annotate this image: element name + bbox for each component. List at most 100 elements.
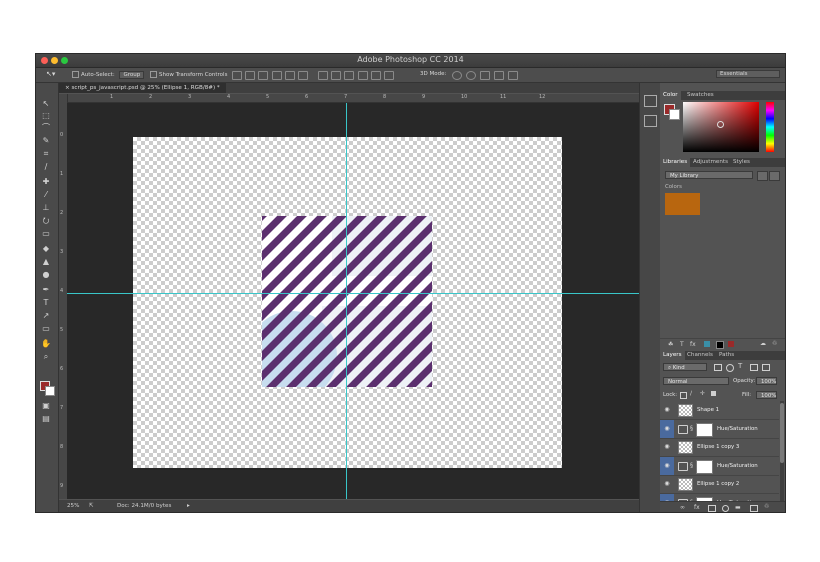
- visibility-eye-icon[interactable]: ◉: [660, 401, 674, 419]
- history-panel-icon[interactable]: [644, 95, 657, 107]
- align-top-icon[interactable]: [232, 71, 242, 80]
- visibility-eye-icon[interactable]: ◉: [660, 494, 674, 501]
- layer-mask-thumbnail[interactable]: [696, 422, 713, 437]
- graphic-icon[interactable]: ☘: [668, 341, 673, 348]
- library-select[interactable]: My Library: [665, 171, 753, 179]
- hue-slider[interactable]: [766, 102, 774, 152]
- workspace-dropdown[interactable]: Essentials: [716, 70, 780, 78]
- cloud-sync-icon[interactable]: ☁: [760, 340, 766, 347]
- brush-tool-icon[interactable]: ⁄: [39, 190, 53, 200]
- hand-tool-icon[interactable]: ✋: [39, 339, 53, 349]
- layer-row[interactable]: ◉ Ellipse 1 copy 2: [660, 475, 779, 495]
- delete-layer-icon[interactable]: ♲: [764, 503, 769, 510]
- eraser-tool-icon[interactable]: ▭: [39, 229, 53, 239]
- tab-styles[interactable]: Styles: [730, 158, 753, 167]
- layer-row[interactable]: ◉ Ellipse 1 copy 3: [660, 438, 779, 458]
- 3d-drag-icon[interactable]: [480, 71, 490, 80]
- status-arrow-icon[interactable]: ▸: [187, 500, 190, 512]
- tab-paths[interactable]: Paths: [716, 351, 737, 360]
- clone-stamp-tool-icon[interactable]: ⊥: [39, 203, 53, 213]
- move-tool-icon[interactable]: ↖: [39, 99, 53, 109]
- marquee-tool-icon[interactable]: ⬚: [39, 111, 53, 121]
- align-vcenter-icon[interactable]: [245, 71, 255, 80]
- filter-pixel-icon[interactable]: [714, 364, 722, 371]
- properties-panel-icon[interactable]: [644, 115, 657, 127]
- filter-shape-icon[interactable]: [750, 364, 758, 371]
- tab-color[interactable]: Color: [660, 91, 681, 100]
- 3d-scale-icon[interactable]: [508, 71, 518, 80]
- layer-row[interactable]: ◉§Hue/Saturation: [660, 494, 779, 501]
- zoom-level[interactable]: 25%: [67, 500, 79, 512]
- document-tab[interactable]: × script_ps_javascript.psd @ 25% (Ellips…: [59, 83, 226, 93]
- new-group-icon[interactable]: ▬: [735, 504, 741, 511]
- auto-select-checkbox[interactable]: [72, 71, 79, 78]
- zoom-tool-icon[interactable]: ⌕: [39, 352, 53, 362]
- tab-swatches[interactable]: Swatches: [684, 91, 717, 100]
- mask-link-icon[interactable]: §: [690, 425, 693, 432]
- lock-all-icon[interactable]: [711, 391, 716, 396]
- align-right-icon[interactable]: [298, 71, 308, 80]
- healing-brush-tool-icon[interactable]: ✚: [39, 177, 53, 187]
- new-layer-icon[interactable]: [750, 505, 758, 512]
- layer-style-icon[interactable]: fx: [690, 341, 696, 348]
- layer-thumbnail[interactable]: [678, 404, 693, 417]
- 3d-roll-icon[interactable]: [466, 71, 476, 80]
- distribute-hcenter-icon[interactable]: [371, 71, 381, 80]
- quick-mask-icon[interactable]: ▣: [39, 401, 53, 411]
- add-color-teal-icon[interactable]: [704, 341, 710, 347]
- grid-view-icon[interactable]: [757, 171, 768, 181]
- blur-tool-icon[interactable]: ▲: [39, 257, 53, 267]
- distribute-top-icon[interactable]: [318, 71, 328, 80]
- fill-input[interactable]: 100%: [756, 391, 777, 399]
- layers-scroll-thumb[interactable]: [780, 403, 784, 463]
- tab-adjustments[interactable]: Adjustments: [690, 158, 731, 167]
- layer-thumbnail[interactable]: [678, 478, 693, 492]
- add-color-red-icon[interactable]: [728, 341, 734, 347]
- list-view-icon[interactable]: [769, 171, 780, 181]
- align-bottom-icon[interactable]: [258, 71, 268, 80]
- filter-type-icon[interactable]: T: [738, 362, 742, 370]
- add-style-icon[interactable]: fx: [694, 504, 700, 511]
- opacity-input[interactable]: 100%: [756, 377, 777, 385]
- layer-row[interactable]: ◉ Shape 1: [660, 401, 779, 420]
- add-color-black-icon[interactable]: [716, 341, 724, 349]
- path-selection-tool-icon[interactable]: ↗: [39, 311, 53, 321]
- auto-select-dropdown[interactable]: Group: [119, 71, 145, 79]
- document-canvas[interactable]: [133, 137, 562, 468]
- shape-tool-icon[interactable]: ▭: [39, 324, 53, 334]
- screen-mode-icon[interactable]: ▤: [39, 414, 53, 424]
- filter-adjustment-icon[interactable]: [726, 364, 734, 372]
- visibility-eye-icon[interactable]: ◉: [660, 419, 674, 438]
- align-left-icon[interactable]: [272, 71, 282, 80]
- layer-row[interactable]: ◉§Hue/Saturation: [660, 456, 779, 476]
- layer-mask-thumbnail[interactable]: [696, 459, 713, 474]
- align-hcenter-icon[interactable]: [285, 71, 295, 80]
- filter-smart-object-icon[interactable]: [762, 364, 770, 371]
- tab-libraries[interactable]: Libraries: [660, 158, 691, 167]
- layer-row[interactable]: ◉§Hue/Saturation: [660, 419, 779, 439]
- visibility-eye-icon[interactable]: ◉: [660, 456, 674, 475]
- distribute-bottom-icon[interactable]: [344, 71, 354, 80]
- lasso-tool-icon[interactable]: ⌒: [39, 123, 53, 133]
- type-tool-icon[interactable]: T: [39, 298, 53, 308]
- tab-layers[interactable]: Layers: [660, 351, 685, 360]
- background-color-swatch[interactable]: [45, 386, 55, 396]
- export-icon[interactable]: ⇱: [89, 500, 94, 512]
- eyedropper-tool-icon[interactable]: ∕: [39, 162, 53, 172]
- visibility-eye-icon[interactable]: ◉: [660, 438, 674, 456]
- layer-thumbnail[interactable]: [678, 441, 693, 455]
- library-color-swatch[interactable]: [665, 193, 700, 215]
- history-brush-tool-icon[interactable]: ⭮: [39, 216, 53, 226]
- 3d-slide-icon[interactable]: [494, 71, 504, 80]
- quick-selection-tool-icon[interactable]: ✎: [39, 136, 53, 146]
- color-picker-field[interactable]: [683, 102, 759, 152]
- dodge-tool-icon[interactable]: ●: [39, 270, 53, 280]
- library-trash-icon[interactable]: ♲: [772, 340, 777, 347]
- show-transform-checkbox[interactable]: [150, 71, 157, 78]
- crop-tool-icon[interactable]: ⌗: [39, 149, 53, 159]
- text-style-icon[interactable]: T: [680, 341, 684, 348]
- distribute-vcenter-icon[interactable]: [331, 71, 341, 80]
- link-layers-icon[interactable]: ∞: [680, 504, 685, 511]
- add-mask-icon[interactable]: [708, 505, 716, 512]
- layers-scrollbar[interactable]: [780, 401, 784, 501]
